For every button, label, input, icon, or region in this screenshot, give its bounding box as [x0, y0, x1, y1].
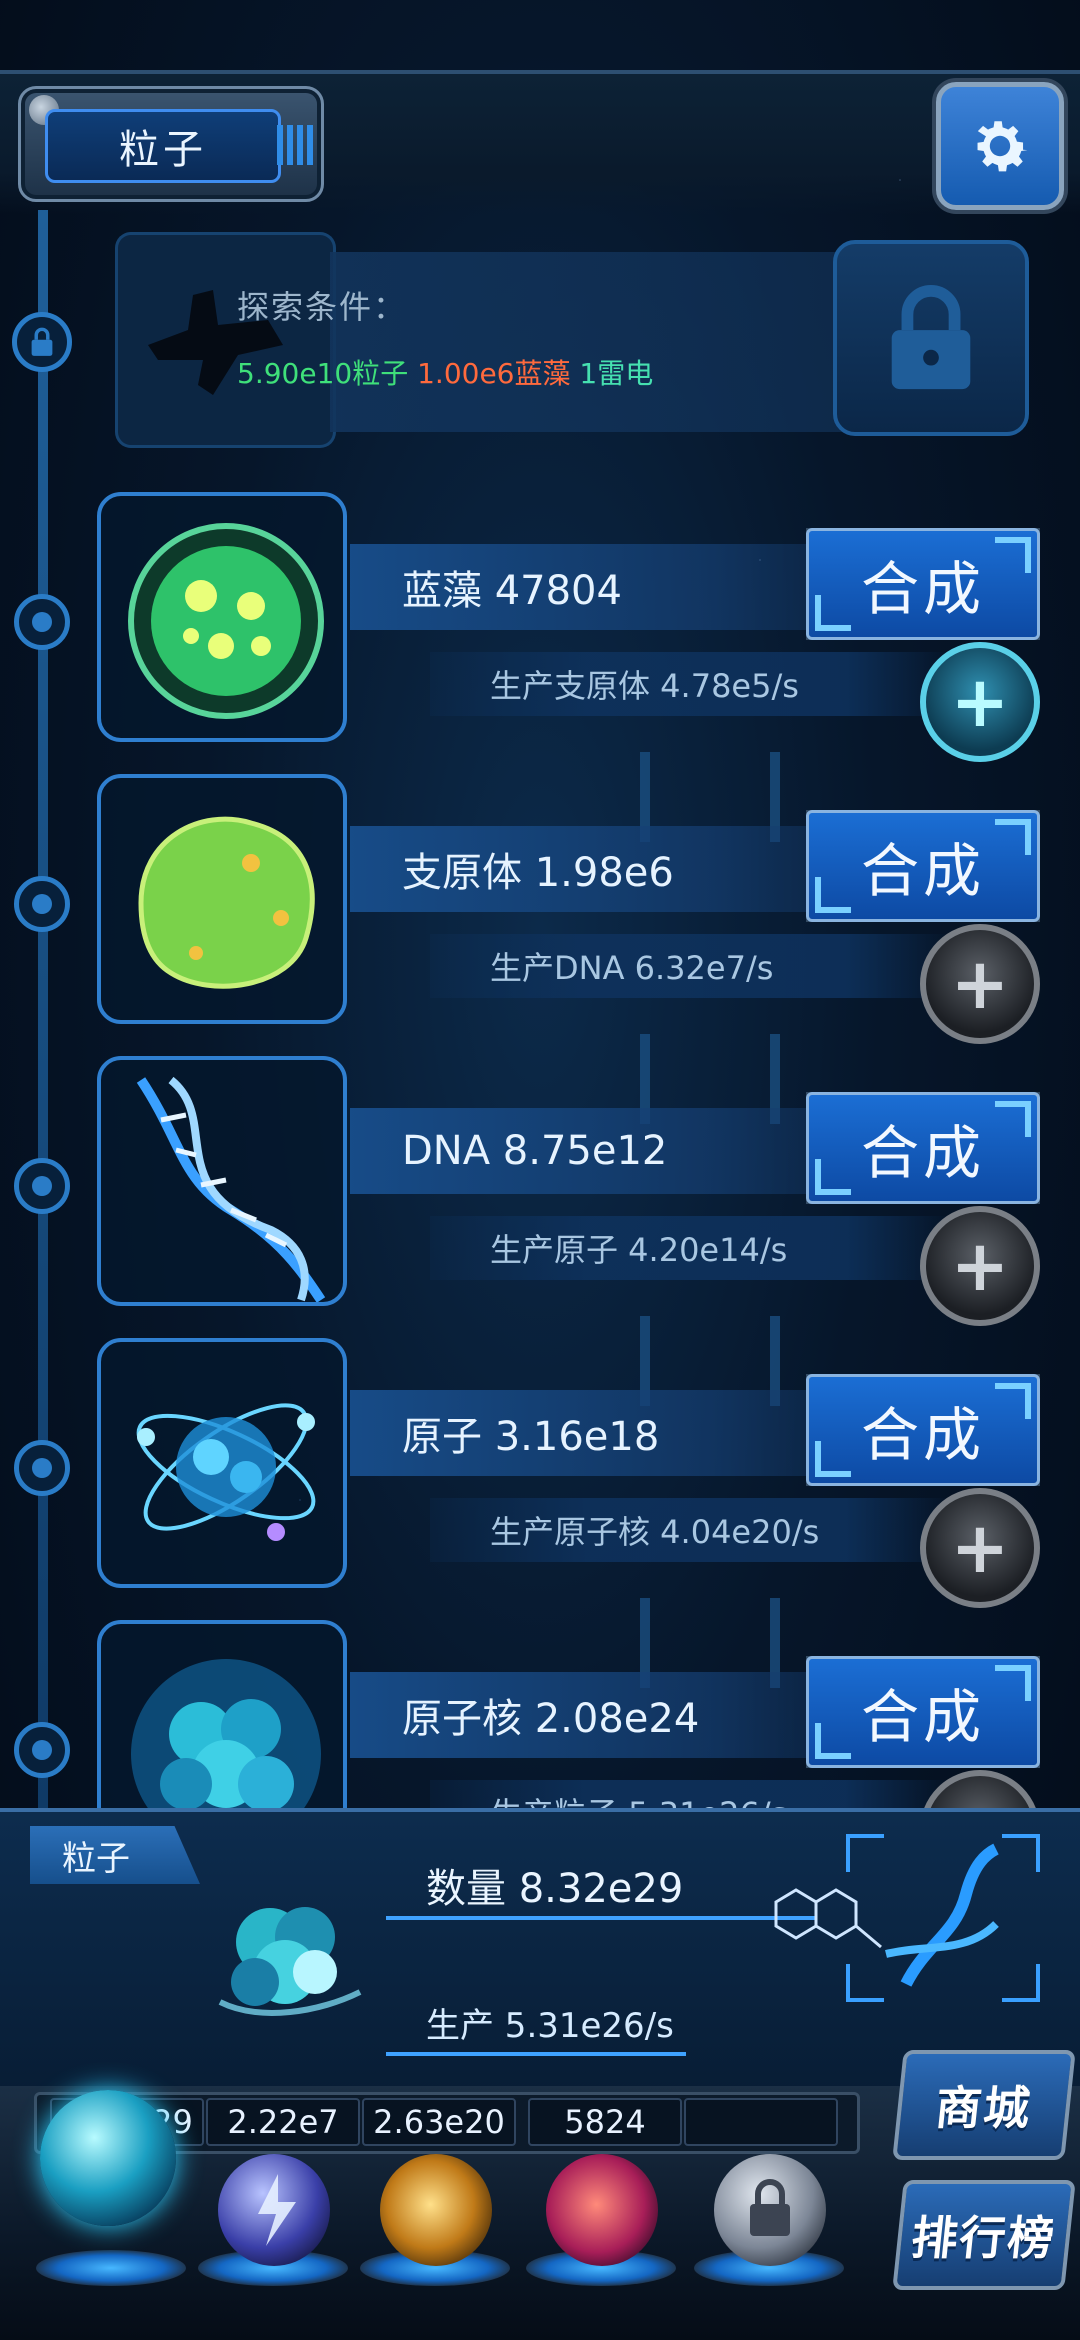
locked-item-frame [115, 232, 336, 448]
category-tab-label: 粒子 [45, 109, 281, 183]
synthesize-button[interactable]: 合成 [806, 528, 1040, 640]
summary-tab: 粒子 [30, 1826, 200, 1884]
condition-label: 探索条件： [237, 288, 408, 326]
atom-icon [136, 1403, 316, 1541]
upgrade-plus-button[interactable]: + [920, 924, 1040, 1044]
item-card[interactable] [97, 492, 347, 742]
item-card[interactable] [97, 774, 347, 1024]
lock-icon [891, 285, 971, 390]
synthesize-button[interactable]: 合成 [806, 1092, 1040, 1204]
gear-icon [977, 121, 1028, 172]
synthesize-button[interactable]: 合成 [806, 1656, 1040, 1768]
nav-value-locked [684, 2098, 838, 2146]
nav-value-galaxy: 2.63e20 [362, 2098, 516, 2146]
locked-unlock-button[interactable] [833, 240, 1029, 436]
requirement-particles: 5.90e10粒子 [237, 357, 409, 390]
item-row-atom: 原子 3.16e18 生产原子核 4.04e20/s 合成 + [0, 1338, 1080, 1618]
item-name-value: 支原体 1.98e6 [350, 826, 870, 912]
grille-decoration [277, 125, 313, 165]
nav-locked-orb[interactable] [714, 2154, 826, 2266]
item-card[interactable] [97, 1056, 347, 1306]
item-production-rate: 生产DNA 6.32e7/s [430, 934, 950, 998]
item-name-value: 原子 3.16e18 [350, 1390, 870, 1476]
requirement-cyanobacteria: 1.00e6蓝藻 [417, 357, 571, 390]
item-row-dna: DNA 8.75e12 生产原子 4.20e14/s 合成 + [0, 1056, 1080, 1336]
item-production-rate: 生产支原体 4.78e5/s [430, 652, 950, 716]
leaderboard-button[interactable]: 排行榜 [892, 2180, 1076, 2290]
item-production-rate: 生产原子核 4.04e20/s [430, 1498, 950, 1562]
production-underline [386, 2052, 686, 2056]
lock-icon [750, 2179, 790, 2236]
particle-count: 数量 8.32e29 [426, 1866, 684, 1912]
cyanobacteria-icon [128, 523, 324, 719]
upgrade-plus-button[interactable]: + [920, 1488, 1040, 1608]
nav-value-brain: 5824 [528, 2098, 682, 2146]
condition-requirements: 5.90e10粒子 1.00e6蓝藻 1雷电 [237, 352, 653, 392]
nav-galaxy-orb[interactable] [380, 2154, 492, 2266]
nav-particles-orb[interactable] [40, 2090, 176, 2226]
item-name-value: 原子核 2.08e24 [350, 1672, 870, 1758]
shop-button[interactable]: 商城 [892, 2050, 1076, 2160]
upgrade-plus-button[interactable]: + [920, 1206, 1040, 1326]
settings-button[interactable] [936, 82, 1064, 210]
particle-cluster-icon [218, 1907, 362, 2016]
item-row-cyanobacteria: 蓝藻 47804 生产支原体 4.78e5/s 合成 + [0, 492, 1080, 772]
mycoplasma-icon [138, 816, 315, 989]
dna-icon [136, 1076, 326, 1302]
item-name-value: DNA 8.75e12 [350, 1108, 870, 1194]
scan-corner [1002, 1964, 1040, 2002]
count-underline [386, 1916, 816, 1920]
nav-brain-orb[interactable] [546, 2154, 658, 2266]
plus-icon: + [950, 661, 1010, 743]
category-tab[interactable]: 粒子 [18, 86, 324, 202]
item-production-rate: 生产原子 4.20e14/s [430, 1216, 950, 1280]
nav-value-thunder: 2.22e7 [206, 2098, 360, 2146]
lightning-icon [258, 2174, 296, 2246]
lock-icon [31, 327, 53, 356]
scan-corner [846, 1964, 884, 2002]
particle-production: 生产 5.31e26/s [426, 2006, 674, 2046]
orb-pedestal [36, 2250, 186, 2286]
item-name-value: 蓝藻 47804 [350, 544, 870, 630]
synthesize-button[interactable]: 合成 [806, 810, 1040, 922]
nav-thunder-orb[interactable] [218, 2154, 330, 2266]
item-card[interactable] [97, 1338, 347, 1588]
synthesize-button[interactable]: 合成 [806, 1374, 1040, 1486]
scan-corner [846, 1834, 884, 1872]
scan-corner [1002, 1834, 1040, 1872]
rail-lock-node [12, 312, 72, 372]
plus-icon: + [950, 1507, 1010, 1589]
requirement-thunder: 1雷电 [579, 357, 654, 390]
dna-scan-frame [846, 1834, 1040, 2002]
upgrade-plus-button[interactable]: + [920, 642, 1040, 762]
plus-icon: + [950, 943, 1010, 1025]
plus-icon: + [950, 1225, 1010, 1307]
silhouette-icon [148, 290, 283, 395]
item-row-mycoplasma: 支原体 1.98e6 生产DNA 6.32e7/s 合成 + [0, 774, 1080, 1054]
